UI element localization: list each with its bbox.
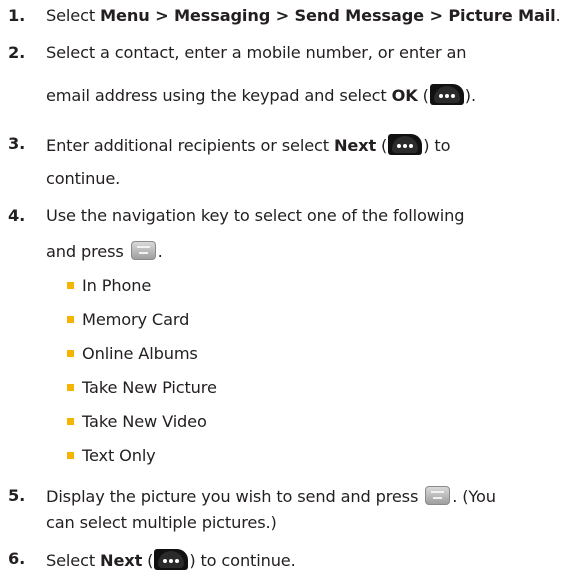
step-number: 2. xyxy=(8,43,26,62)
bullet-icon xyxy=(67,316,74,323)
step-number: 4. xyxy=(8,206,26,225)
bullet-icon xyxy=(67,452,74,459)
next-label: Next xyxy=(100,551,143,570)
bullet-icon xyxy=(67,350,74,357)
menu-ok-key-icon xyxy=(425,486,451,505)
step-text-line: continue. xyxy=(46,169,121,188)
step-number: 6. xyxy=(8,549,26,568)
list-item: Memory Card xyxy=(82,310,190,329)
right-softkey-icon xyxy=(429,84,464,105)
list-item: Take New Picture xyxy=(82,378,217,397)
list-item: Take New Video xyxy=(82,412,207,431)
list-item: Text Only xyxy=(82,446,156,465)
step-text-line: Display the picture you wish to send and… xyxy=(46,486,496,506)
step-text-line: Enter additional recipients or select Ne… xyxy=(46,134,451,155)
step-number: 5. xyxy=(8,486,26,505)
right-softkey-icon xyxy=(154,549,189,570)
bullet-icon xyxy=(67,384,74,391)
menu-ok-key-icon xyxy=(130,241,156,260)
step-text-line: Use the navigation key to select one of … xyxy=(46,206,465,225)
list-item: Online Albums xyxy=(82,344,198,363)
step-text-line: and press . xyxy=(46,241,163,261)
instruction-document: 1. Select Menu > Messaging > Send Messag… xyxy=(0,0,587,576)
step-number: 3. xyxy=(8,134,26,153)
step-text-line: email address using the keypad and selec… xyxy=(46,84,476,105)
step-text-line: Select Menu > Messaging > Send Message >… xyxy=(46,6,561,25)
step-text-line: Select Next () to continue. xyxy=(46,549,296,570)
menu-path: Menu > Messaging > Send Message > Pictur… xyxy=(100,6,556,25)
step-number: 1. xyxy=(8,6,26,25)
bullet-icon xyxy=(67,282,74,289)
ok-label: OK xyxy=(391,86,418,105)
next-label: Next xyxy=(333,136,377,155)
bullet-icon xyxy=(67,418,74,425)
step-text-line: Select a contact, enter a mobile number,… xyxy=(46,43,467,62)
list-item: In Phone xyxy=(82,276,152,295)
step-text-line: can select multiple pictures.) xyxy=(46,513,277,532)
right-softkey-icon xyxy=(388,134,423,155)
